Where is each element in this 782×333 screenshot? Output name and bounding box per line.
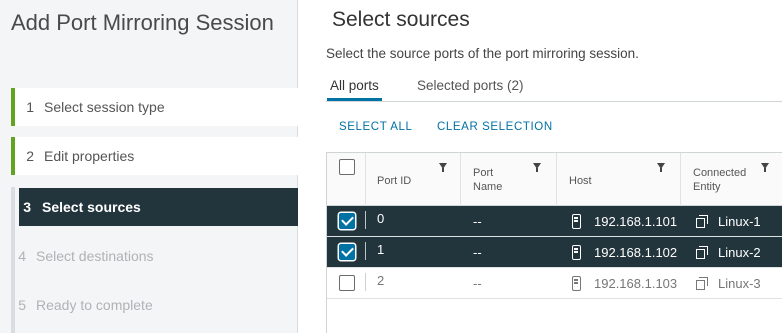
table-row[interactable]: 2 -- 192.168.1.103 Linux-3 [327, 268, 782, 299]
filter-icon[interactable] [761, 163, 769, 172]
column-divider [365, 153, 366, 206]
step-number: 3 [23, 199, 31, 215]
step-label: Select sources [42, 199, 141, 215]
select-all-button[interactable]: SELECT ALL [339, 121, 413, 133]
port-name: -- [473, 276, 482, 291]
column-divider [460, 153, 461, 206]
column-header-port-name-line1: Port [473, 167, 494, 179]
step-number: 2 [26, 148, 34, 164]
step-number: 4 [18, 248, 26, 264]
host-icon [572, 276, 581, 291]
entity-link[interactable]: Linux-2 [718, 245, 761, 260]
entity-link[interactable]: Linux-3 [718, 276, 761, 291]
step-label: Edit properties [44, 148, 135, 164]
port-id: 1 [377, 242, 385, 257]
row-checkbox[interactable] [339, 244, 355, 260]
step-select-session-type[interactable]: 1 Select session type [11, 88, 298, 126]
row-checkbox[interactable] [339, 213, 355, 229]
host-icon [572, 245, 581, 260]
step-label: Select session type [44, 99, 165, 115]
step-select-destinations: 4 Select destinations [11, 237, 298, 275]
row-divider [365, 242, 366, 260]
port-name: -- [473, 214, 482, 229]
row-divider [365, 273, 366, 291]
select-all-checkbox[interactable] [339, 159, 355, 175]
host-link[interactable]: 192.168.1.102 [594, 245, 677, 260]
host-icon [572, 214, 581, 229]
column-header-host[interactable]: Host [569, 174, 592, 188]
step-select-sources[interactable]: 3 Select sources [19, 188, 298, 226]
step-label: Ready to complete [36, 297, 153, 313]
port-id: 2 [377, 273, 385, 288]
column-header-port-name-line2[interactable]: Name [473, 180, 502, 194]
table-row[interactable]: 0 -- 192.168.1.101 Linux-1 [327, 206, 782, 237]
step-ready-to-complete: 5 Ready to complete [11, 286, 298, 324]
grid-header: Port ID Port Name Host Connected Entity [327, 153, 782, 206]
filter-icon[interactable] [439, 163, 447, 172]
ports-grid: Port ID Port Name Host Connected Entity … [326, 152, 782, 333]
filter-icon[interactable] [657, 163, 665, 172]
wizard-title: Add Port Mirroring Session [11, 10, 274, 35]
row-checkbox[interactable] [339, 275, 355, 291]
vm-icon [696, 215, 708, 228]
column-header-entity-line1: Connected [693, 167, 747, 179]
host-link[interactable]: 192.168.1.103 [594, 276, 677, 291]
clear-selection-button[interactable]: CLEAR SELECTION [437, 121, 553, 133]
table-row[interactable]: 1 -- 192.168.1.102 Linux-2 [327, 237, 782, 268]
step-edit-properties[interactable]: 2 Edit properties [11, 137, 298, 175]
step-number: 5 [18, 297, 26, 313]
tab-selected-ports[interactable]: Selected ports (2) [414, 78, 527, 101]
port-tabs: All ports Selected ports (2) [326, 76, 782, 102]
step-label: Select destinations [36, 248, 154, 264]
port-name: -- [473, 245, 482, 260]
step-number: 1 [26, 99, 34, 115]
host-link[interactable]: 192.168.1.101 [594, 214, 677, 229]
wizard-sidebar: Add Port Mirroring Session 1 Select sess… [0, 0, 298, 333]
entity-link[interactable]: Linux-1 [718, 214, 761, 229]
main-content: Select sources Select the source ports o… [299, 0, 782, 333]
vm-icon [696, 277, 708, 290]
column-header-port-id[interactable]: Port ID [377, 174, 411, 188]
tab-all-ports[interactable]: All ports [327, 78, 382, 101]
column-divider [680, 153, 681, 206]
port-id: 0 [377, 211, 385, 226]
row-divider [365, 211, 366, 229]
column-header-entity-line2[interactable]: Entity [693, 180, 721, 194]
vm-icon [696, 246, 708, 259]
column-divider [556, 153, 557, 206]
page-title: Select sources [332, 8, 470, 31]
filter-icon[interactable] [533, 163, 541, 172]
page-description: Select the source ports of the port mirr… [326, 46, 639, 61]
